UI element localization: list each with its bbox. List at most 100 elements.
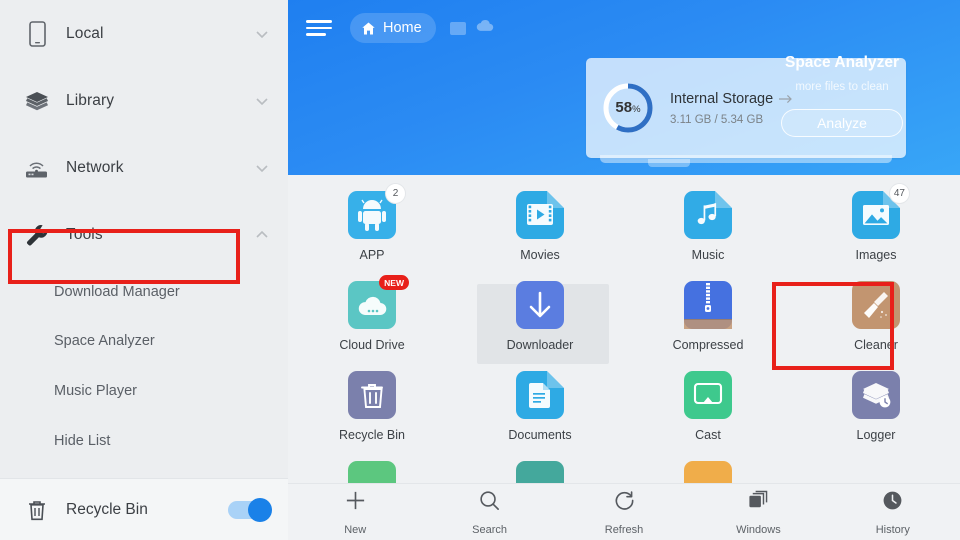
grid-tile-label: Cast xyxy=(695,428,721,442)
nav-item-search[interactable]: Search xyxy=(422,489,556,536)
plus-icon xyxy=(344,489,367,517)
grid-tile-cleaner[interactable]: Cleaner xyxy=(792,281,960,371)
sidebar-item-recycle-bin[interactable]: Recycle Bin xyxy=(0,478,288,540)
cloud-drive-icon: NEW xyxy=(348,275,409,329)
sidebar-label: Library xyxy=(66,91,115,109)
search-icon xyxy=(478,489,501,517)
tab-home[interactable]: Home xyxy=(350,13,436,43)
chevron-down-icon[interactable] xyxy=(254,160,270,176)
hamburger-icon[interactable] xyxy=(306,17,332,39)
broom-icon xyxy=(852,281,900,329)
bottom-navigation: New Search Refresh Windows History xyxy=(288,483,960,540)
chevron-down-icon[interactable] xyxy=(254,93,270,109)
sidebar-item-local[interactable]: Local xyxy=(0,0,288,67)
sidebar-item-hide-list[interactable]: Hide List xyxy=(0,416,288,466)
grid-tile-music[interactable]: Music xyxy=(624,191,792,281)
space-analyzer-promo: Space Analyzer more files to clean Analy… xyxy=(724,54,960,137)
count-badge: 47 xyxy=(889,184,909,203)
windows-icon xyxy=(747,489,770,517)
grid-tile-downloader[interactable]: Downloader xyxy=(456,281,624,371)
grid-tile-compressed[interactable]: Compressed xyxy=(624,281,792,371)
grid-tile-label: Cloud Drive xyxy=(339,338,405,352)
sidebar-label: Network xyxy=(66,158,124,176)
grid-tile-label: Music xyxy=(691,248,725,262)
document-icon xyxy=(516,371,564,419)
nav-item-label: History xyxy=(875,523,910,536)
grid-tile-cloud-drive[interactable]: NEW Cloud Drive xyxy=(288,275,456,371)
grid-tile-partial-14[interactable] xyxy=(624,461,792,485)
tab-icon[interactable] xyxy=(449,21,466,35)
download-icon xyxy=(516,281,564,329)
toggle-knob xyxy=(248,497,272,522)
grid-tile-documents[interactable]: Documents xyxy=(456,371,624,461)
phone-icon xyxy=(22,19,52,49)
grid-tile-logger[interactable]: Logger xyxy=(792,371,960,461)
grid-tile-label: Recycle Bin xyxy=(339,428,405,442)
refresh-icon xyxy=(613,489,636,517)
analyze-button[interactable]: Analyze xyxy=(781,109,903,137)
grid-tile-recycle-bin[interactable]: Recycle Bin xyxy=(288,371,456,461)
zip-icon xyxy=(684,281,732,329)
music-icon xyxy=(684,191,732,239)
sidebar-sub-label: Download Manager xyxy=(54,284,180,300)
main-panel: Home 58% Internal Storage 3.11 GB / 5.34… xyxy=(288,0,960,540)
cloud-icon[interactable] xyxy=(476,19,494,37)
grid-tile-label: Logger xyxy=(856,428,896,442)
nav-item-history[interactable]: History xyxy=(826,489,960,536)
layers-icon xyxy=(22,86,52,116)
sidebar-label: Local xyxy=(66,24,104,42)
logger-icon xyxy=(852,371,900,419)
hero-header: Home 58% Internal Storage 3.11 GB / 5.34… xyxy=(288,0,960,175)
nav-item-refresh[interactable]: Refresh xyxy=(557,489,691,536)
recycle-bin-toggle[interactable] xyxy=(228,497,272,522)
storage-ring: 58% xyxy=(602,82,654,134)
nav-item-new[interactable]: New xyxy=(288,489,422,536)
partial-icon xyxy=(348,461,396,485)
space-analyzer-title: Space Analyzer xyxy=(784,54,899,71)
grid-tile-app[interactable]: 2 APP xyxy=(288,184,456,281)
sidebar-item-download-manager[interactable]: Download Manager xyxy=(0,268,288,316)
trash-icon xyxy=(348,371,396,419)
chevron-down-icon[interactable] xyxy=(254,26,270,42)
grid-tile-partial-12[interactable] xyxy=(288,461,456,485)
android-icon: 2 xyxy=(348,184,405,239)
sidebar-item-music-player[interactable]: Music Player xyxy=(0,366,288,416)
nav-item-label: Refresh xyxy=(604,523,644,536)
grid-tile-label: APP xyxy=(359,248,385,262)
nav-item-windows[interactable]: Windows xyxy=(691,489,825,536)
grid-tile-cast[interactable]: Cast xyxy=(624,371,792,461)
cast-icon xyxy=(684,371,732,419)
top-bar: Home xyxy=(288,0,960,56)
sidebar-sub-label: Music Player xyxy=(54,383,137,399)
home-icon xyxy=(362,22,375,34)
sidebar-item-library[interactable]: Library xyxy=(0,67,288,134)
nav-item-label: Search xyxy=(472,523,508,536)
grid-tile-label: Compressed xyxy=(672,338,744,352)
grid-tile-label: Documents xyxy=(508,428,572,442)
grid-tile-label: Downloader xyxy=(506,338,574,352)
count-badge: 2 xyxy=(386,184,405,203)
new-badge: NEW xyxy=(379,275,409,290)
nav-item-label: New xyxy=(344,523,367,536)
grid-tile-partial-13[interactable] xyxy=(456,461,624,485)
space-analyzer-subtitle: more files to clean xyxy=(795,81,889,93)
sidebar: Local Library Network Tools Download Man… xyxy=(0,0,288,540)
file-manager-app: Local Library Network Tools Download Man… xyxy=(0,0,960,540)
wrench-icon xyxy=(22,220,52,250)
trash-icon xyxy=(22,495,52,525)
grid-tile-label: Cleaner xyxy=(854,338,898,352)
sidebar-label: Tools xyxy=(66,225,103,243)
sidebar-item-space-analyzer[interactable]: Space Analyzer xyxy=(0,316,288,366)
image-icon: 47 xyxy=(852,184,909,239)
history-icon xyxy=(881,489,904,517)
partial-icon xyxy=(516,461,564,485)
sidebar-sub-label: Hide List xyxy=(54,433,111,449)
grid-tile-images[interactable]: 47 Images xyxy=(792,184,960,281)
sidebar-item-network[interactable]: Network xyxy=(0,134,288,201)
grid-tile-label: Movies xyxy=(520,248,560,262)
storage-percent: 58% xyxy=(615,99,641,116)
chevron-up-icon[interactable] xyxy=(254,227,270,243)
tab-home-label: Home xyxy=(383,20,422,36)
grid-tile-movies[interactable]: Movies xyxy=(456,191,624,281)
sidebar-item-tools[interactable]: Tools xyxy=(0,201,288,268)
